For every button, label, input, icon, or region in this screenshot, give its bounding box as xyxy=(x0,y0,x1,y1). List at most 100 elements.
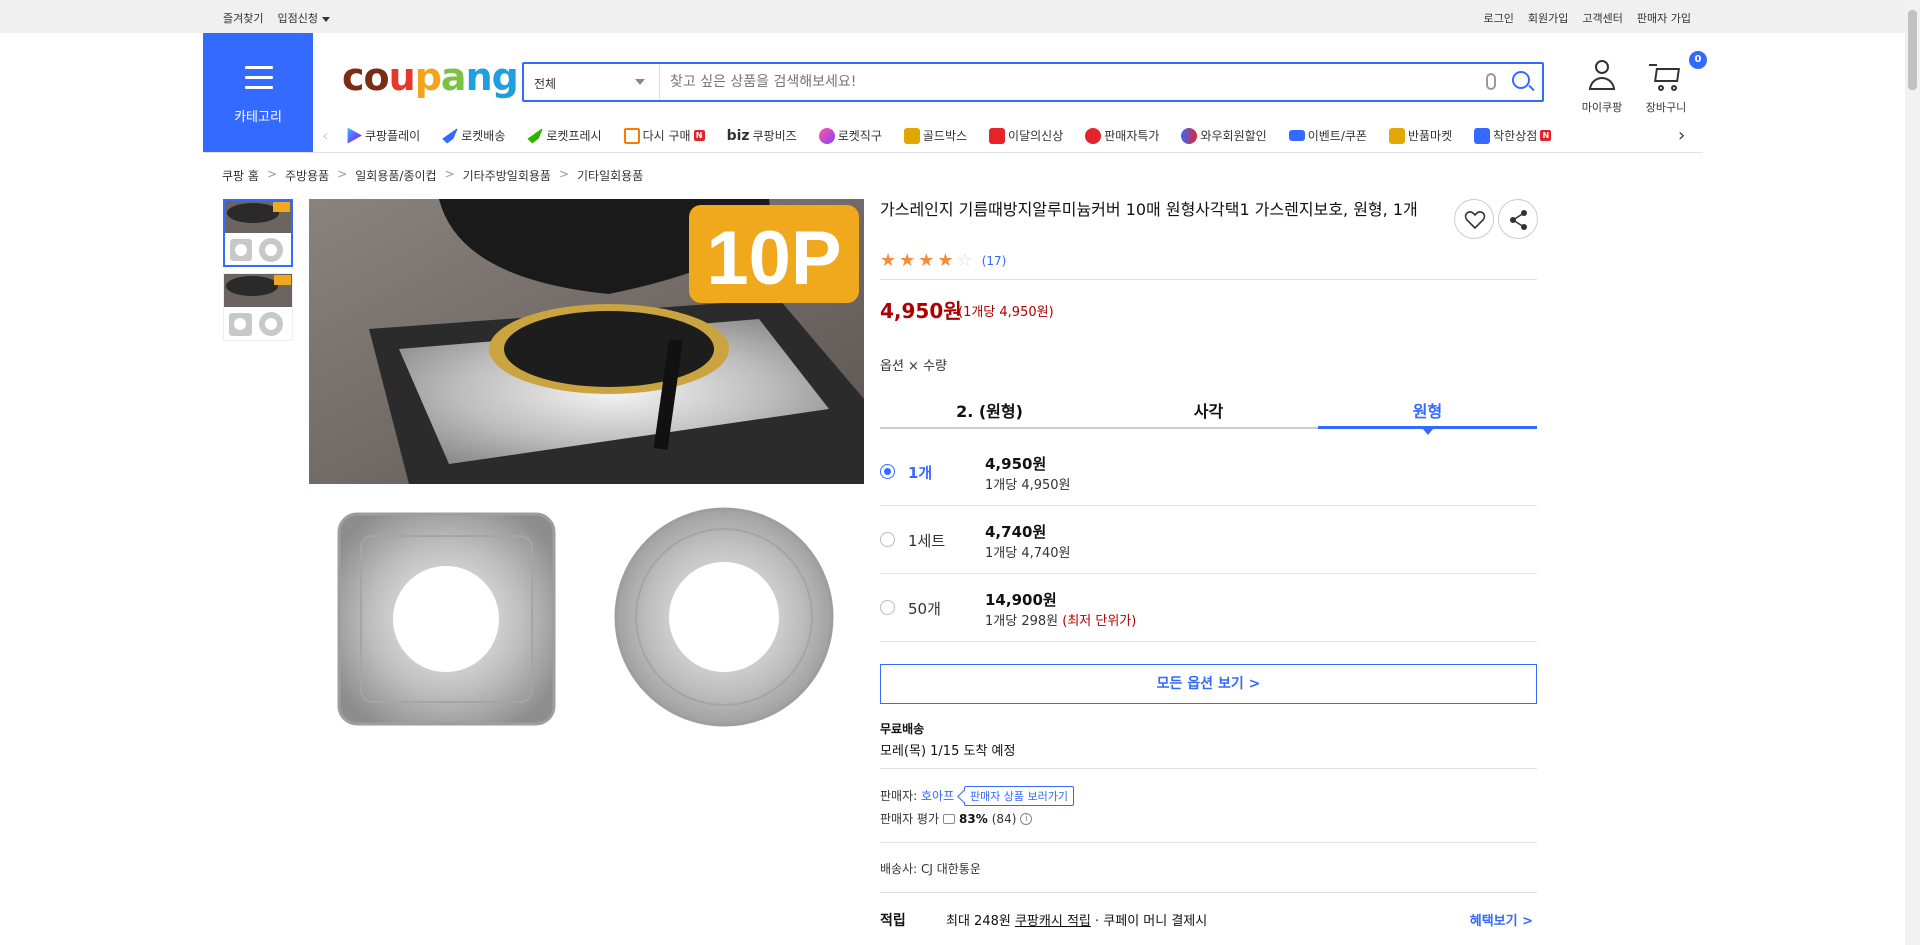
nav-item-wow-discount[interactable]: 와우회원할인 xyxy=(1181,127,1267,144)
breadcrumb-other-disposables[interactable]: 기타일회용품 xyxy=(577,167,643,184)
free-shipping-label: 무료배송 xyxy=(880,722,925,736)
svg-text:10P: 10P xyxy=(706,216,841,301)
tab-round-2[interactable]: 2. (원형) xyxy=(880,389,1099,427)
category-button[interactable]: 카테고리 xyxy=(203,33,313,152)
nav-label: 착한상점 xyxy=(1493,129,1538,143)
nav-label: 로켓직구 xyxy=(837,129,882,143)
nav-prev-arrow-icon[interactable]: ‹ xyxy=(322,126,328,145)
signup-link[interactable]: 회원가입 xyxy=(1528,10,1568,26)
divider xyxy=(880,768,1537,769)
product-title: 가스레인지 기름때방지알루미늄커버 10매 원형사각택1 가스렌지보호, 원형,… xyxy=(880,200,1418,219)
cart-count-badge: 0 xyxy=(1689,51,1707,69)
radio-unselected[interactable] xyxy=(880,532,895,547)
star-icon: ★ xyxy=(937,250,954,271)
divider xyxy=(880,892,1537,893)
chevron-right-icon: > xyxy=(337,167,348,181)
product-main-image[interactable]: 10P xyxy=(309,199,864,744)
search-scope-select[interactable]: 전체 xyxy=(524,64,660,100)
nav-item-rocket-direct[interactable]: 로켓직구 xyxy=(818,127,882,144)
option-name: 1세트 xyxy=(908,532,946,550)
search-icon[interactable] xyxy=(1512,71,1530,89)
product-rating[interactable]: ★ ★ ★ ★ ☆ (17) xyxy=(880,252,1006,270)
nav-item-coupang-play[interactable]: 쿠팡플레이 xyxy=(346,127,420,144)
nav-label: 쿠팡비즈 xyxy=(752,129,797,143)
nav-item-rebuy[interactable]: 다시 구매 N xyxy=(623,127,705,144)
nav-item-rocket-delivery[interactable]: 로켓배송 xyxy=(442,127,505,144)
option-row[interactable]: 50개 14,900원 1개당 298원 (최저 단위가) xyxy=(880,574,1537,642)
review-count[interactable]: (17) xyxy=(982,254,1007,268)
reward-text: 최대 248원 쿠팡캐시 적립 · 쿠페이 머니 결제시 xyxy=(946,910,1207,929)
lowest-unit-tag: (최저 단위가) xyxy=(1062,614,1137,629)
customer-center-link[interactable]: 고객센터 xyxy=(1582,10,1622,26)
nav-item-monthly-new[interactable]: 이달의신상 xyxy=(989,127,1063,144)
nav-item-goldbox[interactable]: 골드박스 xyxy=(903,127,967,144)
reward-condition: · 쿠페이 머니 결제시 xyxy=(1090,914,1208,929)
nav-item-good-shop[interactable]: 착한상점 N xyxy=(1474,127,1552,144)
info-icon[interactable]: i xyxy=(1020,812,1033,825)
search-scope-value: 전체 xyxy=(534,77,557,91)
breadcrumb-disposables[interactable]: 일회용품/종이컵 xyxy=(355,167,436,184)
star-icon: ★ xyxy=(918,250,935,271)
chevron-right-icon: > xyxy=(444,167,455,181)
house-icon xyxy=(623,127,640,144)
nav-item-return-market[interactable]: 반품마켓 xyxy=(1388,127,1453,144)
coupang-logo[interactable]: coupang xyxy=(342,55,519,99)
option-row[interactable]: 1개 4,950원 1개당 4,950원 xyxy=(880,438,1537,506)
radio-unselected[interactable] xyxy=(880,600,895,615)
mycoupang-button[interactable]: 마이쿠팡 xyxy=(1572,58,1632,115)
benefits-button[interactable]: 혜택보기 > xyxy=(1470,910,1533,929)
microphone-icon[interactable] xyxy=(1486,73,1496,90)
nav-item-event-coupon[interactable]: 이벤트/쿠폰 xyxy=(1288,127,1367,144)
nav-next-arrow-icon[interactable]: › xyxy=(1678,125,1685,146)
carrier-info: 배송사: CJ 대한통운 xyxy=(880,862,981,876)
search-input[interactable] xyxy=(670,70,1470,94)
product-thumbnail[interactable] xyxy=(223,273,293,341)
nav-item-rocket-fresh[interactable]: 로켓프레시 xyxy=(527,127,602,144)
cart-button[interactable]: 0 장바구니 xyxy=(1636,51,1707,115)
nav-label: 쿠팡플레이 xyxy=(365,129,421,143)
breadcrumb-home[interactable]: 쿠팡 홈 xyxy=(222,167,259,184)
thumbs-up-icon xyxy=(943,813,956,824)
all-options-button[interactable]: 모든 옵션 보기 > xyxy=(880,664,1537,704)
shortcut-nav: ‹ 쿠팡플레이 로켓배송 로켓프레시 다시 구매 N biz 쿠팡비즈 로켓직구 골… xyxy=(318,122,1698,150)
cart-icon: 0 xyxy=(1649,51,1707,94)
divider xyxy=(880,842,1537,843)
wishlist-button[interactable] xyxy=(1454,199,1494,239)
reward-amount: 최대 248원 xyxy=(946,914,1015,929)
seller-products-link[interactable]: 판매자 상품 보러가기 xyxy=(963,786,1075,806)
coupang-cash-link[interactable]: 쿠팡캐시 적립 xyxy=(1015,914,1091,929)
tab-square[interactable]: 사각 xyxy=(1099,389,1318,427)
nav-label: 다시 구매 xyxy=(642,129,691,143)
category-label: 카테고리 xyxy=(234,110,282,125)
nav-item-coupang-biz[interactable]: biz 쿠팡비즈 xyxy=(727,127,797,144)
login-link[interactable]: 로그인 xyxy=(1484,10,1514,26)
scrollbar-thumb[interactable] xyxy=(1908,10,1917,90)
breadcrumb-other-kitchen[interactable]: 기타주방일회용품 xyxy=(463,167,551,184)
percent-icon xyxy=(1085,127,1102,144)
nav-item-seller-deal[interactable]: 판매자특가 xyxy=(1085,127,1159,144)
radio-selected[interactable] xyxy=(880,464,895,479)
seller-apply-menu[interactable]: 입점신청 xyxy=(277,10,330,26)
hamburger-icon xyxy=(245,66,273,96)
breadcrumb-kitchen[interactable]: 주방용품 xyxy=(285,167,329,184)
seller-signup-link[interactable]: 판매자 가입 xyxy=(1637,10,1691,26)
unit-price: (1개당 4,950원) xyxy=(958,305,1054,320)
seller-name-link[interactable]: 호아프 xyxy=(921,789,954,803)
product-thumbnail[interactable] xyxy=(223,199,293,267)
tab-round[interactable]: 원형 xyxy=(1318,389,1537,435)
shop-icon xyxy=(1474,127,1491,144)
share-icon xyxy=(1510,210,1527,230)
nav-label: 반품마켓 xyxy=(1407,129,1453,143)
seller-info: 판매자: 호아프 판매자 상품 보러가기 xyxy=(880,786,1075,806)
breadcrumb: 쿠팡 홈 > 주방용품 > 일회용품/종이컵 > 기타주방일회용품 > 기타일회용품 xyxy=(222,167,643,184)
share-button[interactable] xyxy=(1498,199,1538,239)
bookmark-link[interactable]: 즐겨찾기 xyxy=(223,10,263,26)
top-utility-bar: 즐겨찾기 입점신청 로그인 회원가입 고객센터 판매자 가입 xyxy=(0,0,1920,33)
nav-label: 판매자특가 xyxy=(1104,129,1160,143)
seller-rating-label: 판매자 평가 xyxy=(880,812,940,826)
option-row[interactable]: 1세트 4,740원 1개당 4,740원 xyxy=(880,506,1537,574)
option-name: 1개 xyxy=(908,464,933,482)
option-price: 4,950원 xyxy=(985,455,1047,473)
page-scrollbar[interactable] xyxy=(1905,0,1920,945)
header-divider xyxy=(203,152,1703,153)
